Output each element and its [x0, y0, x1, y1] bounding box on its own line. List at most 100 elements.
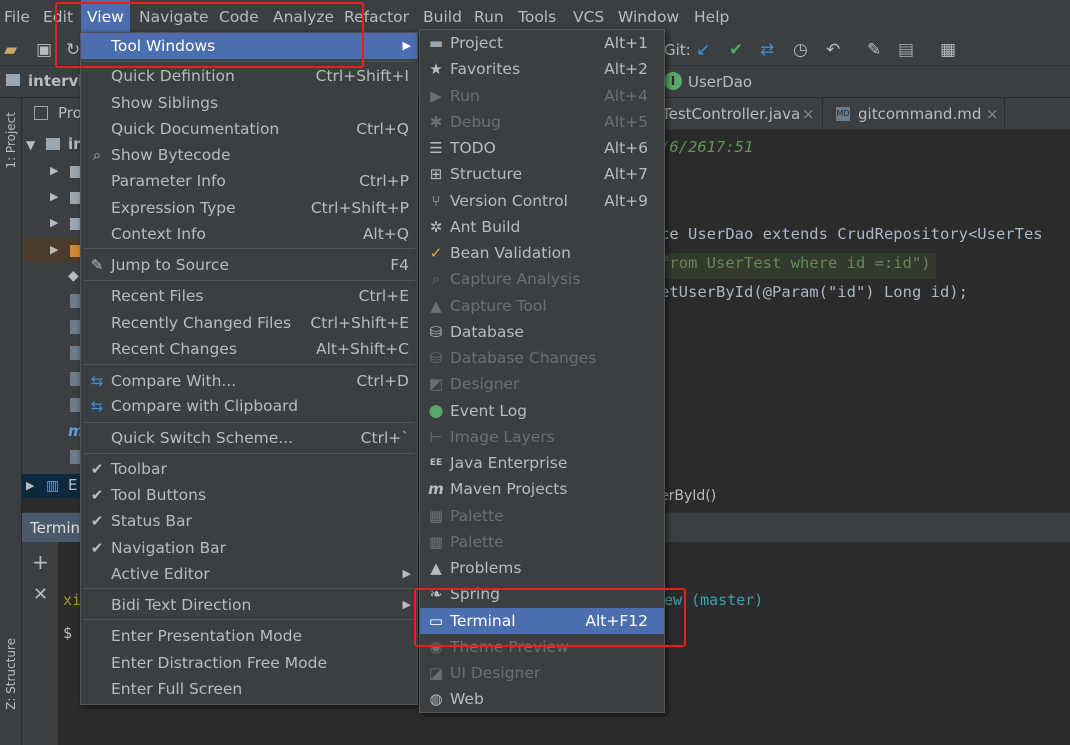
menu-item-expression-type[interactable]: Expression Type Ctrl+Shift+P: [81, 195, 417, 221]
menu-item-shortcut: Ctrl+D: [356, 372, 409, 390]
sdk-icon[interactable]: ▦: [940, 40, 956, 60]
chevron-right-icon: ▶: [402, 598, 411, 611]
terminal-title[interactable]: Termin: [30, 519, 80, 537]
tree-collapse-arrow[interactable]: ▶: [50, 164, 58, 177]
menu-item-label: Event Log: [450, 402, 528, 420]
tool-window-ant-build[interactable]: ✲ Ant Build: [420, 214, 664, 240]
menu-item-label: Recent Files: [111, 287, 204, 305]
tool-window-structure[interactable]: ⊞ Structure Alt+7: [420, 161, 664, 187]
breadcrumb-project[interactable]: intervi: [28, 72, 83, 90]
project-tool-tab[interactable]: 1: Project: [4, 112, 18, 169]
project-panel-title[interactable]: Pro: [58, 104, 82, 122]
tool-window-palette-2[interactable]: ▦ Palette: [420, 529, 664, 555]
menu-item-tool-buttons[interactable]: ✔ Tool Buttons: [81, 482, 417, 508]
tool-window-java-enterprise[interactable]: EE Java Enterprise: [420, 450, 664, 476]
close-icon[interactable]: ×: [802, 105, 815, 123]
save-icon[interactable]: ▣: [36, 40, 52, 60]
menu-item-compare-with-clipboard[interactable]: ⇆ Compare with Clipboard: [81, 393, 417, 419]
open-folder-icon[interactable]: ▰: [4, 40, 17, 60]
interface-icon: I: [664, 72, 682, 90]
menu-item-quick-documentation[interactable]: Quick Documentation Ctrl+Q: [81, 116, 417, 142]
tool-window-debug[interactable]: ✱ Debug Alt+5: [420, 109, 664, 135]
menu-item-recent-changes[interactable]: Recent Changes Alt+Shift+C: [81, 336, 417, 362]
tool-window-ui-designer[interactable]: ◪ UI Designer: [420, 660, 664, 686]
push-icon[interactable]: ⇄: [760, 40, 774, 60]
tool-window-maven-projects[interactable]: m Maven Projects: [420, 476, 664, 502]
menu-item-label: Java Enterprise: [450, 454, 568, 472]
triangle-icon: ▲: [430, 297, 442, 315]
menu-item-shortcut: Ctrl+Q: [356, 120, 409, 138]
close-icon[interactable]: ×: [986, 105, 999, 123]
history-icon[interactable]: ◷: [793, 40, 808, 60]
tool-window-web[interactable]: ◍ Web: [420, 686, 664, 712]
tool-window-capture-analysis[interactable]: ⌕ Capture Analysis: [420, 266, 664, 292]
update-project-icon[interactable]: ↙: [696, 40, 710, 60]
menu-item-label: Show Bytecode: [111, 146, 231, 164]
menu-item-presentation-mode[interactable]: Enter Presentation Mode: [81, 623, 417, 649]
new-session-icon[interactable]: +: [32, 550, 49, 574]
menu-item-label: Bidi Text Direction: [111, 596, 252, 614]
menu-file[interactable]: File: [4, 0, 30, 34]
tab-test-controller[interactable]: TestController.java: [662, 105, 800, 123]
tool-window-palette[interactable]: ▦ Palette: [420, 503, 664, 529]
tree-collapse-arrow[interactable]: ▶: [26, 479, 34, 492]
menu-separator: [83, 248, 415, 249]
structure-tool-tab[interactable]: Z: Structure: [4, 638, 18, 710]
menu-item-navigation-bar[interactable]: ✔ Navigation Bar: [81, 535, 417, 561]
settings-wrench-icon[interactable]: ✎: [867, 40, 881, 60]
tool-window-database-changes[interactable]: ⛁ Database Changes: [420, 345, 664, 371]
menu-item-toolbar[interactable]: ✔ Toolbar: [81, 456, 417, 482]
close-session-icon[interactable]: ✕: [33, 584, 48, 605]
tool-window-problems[interactable]: ▲ Problems: [420, 555, 664, 581]
tool-window-run[interactable]: ▶ Run Alt+4: [420, 83, 664, 109]
tree-collapse-arrow[interactable]: ▶: [50, 243, 58, 256]
tool-window-capture-tool[interactable]: ▲ Capture Tool: [420, 293, 664, 319]
breadcrumb-class[interactable]: UserDao: [688, 73, 752, 91]
tool-window-version-control[interactable]: ⑂ Version Control Alt+9: [420, 188, 664, 214]
external-libraries-label[interactable]: E: [68, 476, 77, 494]
menu-item-label: Maven Projects: [450, 480, 568, 498]
revert-icon[interactable]: ↶: [826, 40, 840, 60]
menu-item-parameter-info[interactable]: Parameter Info Ctrl+P: [81, 168, 417, 194]
menu-item-shortcut: Alt+6: [604, 139, 648, 157]
tab-gitcommand[interactable]: gitcommand.md: [858, 105, 981, 123]
tool-window-database[interactable]: ⛁ Database: [420, 319, 664, 345]
menu-item-quick-switch-scheme[interactable]: Quick Switch Scheme... Ctrl+`: [81, 425, 417, 451]
menu-separator: [83, 422, 415, 423]
terminal-prompt-user: xi: [63, 591, 82, 609]
tool-window-bean-validation[interactable]: ✓ Bean Validation: [420, 240, 664, 266]
editor-breadcrumb[interactable]: erById(): [660, 488, 716, 504]
menu-item-status-bar[interactable]: ✔ Status Bar: [81, 508, 417, 534]
menu-item-recently-changed-files[interactable]: Recently Changed Files Ctrl+Shift+E: [81, 310, 417, 336]
menu-item-show-siblings[interactable]: Show Siblings: [81, 90, 417, 116]
project-structure-icon[interactable]: ▤: [898, 40, 914, 60]
code-comment-line: /6/2617:51: [660, 138, 754, 156]
tool-window-todo[interactable]: ☰ TODO Alt+6: [420, 135, 664, 161]
menu-item-bidi-text-direction[interactable]: Bidi Text Direction ▶: [81, 592, 417, 618]
tree-collapse-arrow[interactable]: ▶: [50, 216, 58, 229]
menu-item-label: Recently Changed Files: [111, 314, 292, 332]
tree-expand-arrow[interactable]: ▼: [26, 138, 35, 152]
menu-item-recent-files[interactable]: Recent Files Ctrl+E: [81, 283, 417, 309]
menu-item-jump-to-source[interactable]: ✎ Jump to Source F4: [81, 252, 417, 278]
menu-item-active-editor[interactable]: Active Editor ▶: [81, 561, 417, 587]
tool-window-designer[interactable]: ◩ Designer: [420, 371, 664, 397]
menu-help[interactable]: Help: [694, 0, 729, 34]
menu-item-compare-with[interactable]: ⇆ Compare With... Ctrl+D: [81, 368, 417, 394]
menu-item-show-bytecode[interactable]: ⌕ Show Bytecode: [81, 142, 417, 168]
tool-window-project[interactable]: ▬ Project Alt+1: [420, 30, 664, 56]
menu-item-label: Quick Switch Scheme...: [111, 429, 294, 447]
play-icon: ▶: [430, 87, 442, 105]
menu-item-label: Palette: [450, 507, 504, 525]
menu-item-full-screen[interactable]: Enter Full Screen: [81, 676, 417, 702]
tool-window-image-layers[interactable]: ⊢ Image Layers: [420, 424, 664, 450]
tool-window-favorites[interactable]: ★ Favorites Alt+2: [420, 56, 664, 82]
menu-item-label: Active Editor: [111, 565, 210, 583]
menu-item-distraction-free-mode[interactable]: Enter Distraction Free Mode: [81, 650, 417, 676]
menu-item-context-info[interactable]: Context Info Alt+Q: [81, 221, 417, 247]
tree-collapse-arrow[interactable]: ▶: [50, 190, 58, 203]
tool-window-event-log[interactable]: ● Event Log: [420, 398, 664, 424]
code-editor[interactable]: /6/2617:51 ce UserDao extends CrudReposi…: [660, 98, 1070, 512]
module-folder-icon: [46, 138, 60, 150]
commit-icon[interactable]: ✔: [729, 40, 743, 60]
